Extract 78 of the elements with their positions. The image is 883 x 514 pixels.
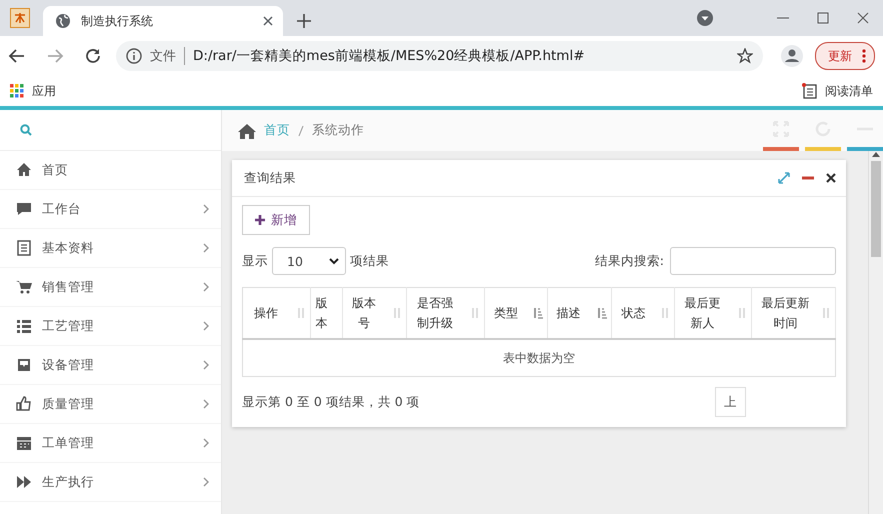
column-header[interactable]: 是否强制升级	[406, 288, 485, 339]
sort-icon	[821, 307, 831, 319]
home-icon	[238, 122, 256, 138]
breadcrumb-current: 系统动作	[312, 122, 364, 139]
search-label: 结果内搜索:	[594, 252, 664, 270]
profile-icon[interactable]	[781, 45, 803, 67]
reading-list-link[interactable]: 阅读清单	[825, 82, 873, 100]
calendar-icon	[16, 435, 32, 451]
accent-bar	[763, 147, 799, 151]
thumbs-up-icon	[16, 396, 32, 412]
sort-descending-icon	[597, 307, 608, 319]
document-icon	[16, 240, 32, 256]
reload-icon[interactable]	[84, 47, 102, 65]
add-button[interactable]: 新增	[242, 205, 310, 235]
sort-icon	[296, 307, 306, 319]
sort-icon	[470, 307, 480, 319]
reading-list-icon[interactable]	[801, 83, 817, 99]
column-header[interactable]: 版本	[310, 288, 342, 339]
sidebar-item[interactable]: 质量管理	[0, 385, 221, 424]
sidebar-item[interactable]: 工作台	[0, 190, 221, 229]
sort-icon	[392, 307, 402, 319]
column-header[interactable]: 描述	[547, 288, 612, 339]
maximize-icon[interactable]	[817, 12, 829, 24]
sidebar-item[interactable]: 首页	[0, 151, 221, 190]
sidebar-item[interactable]: 基本资料	[0, 229, 221, 268]
plus-icon	[255, 215, 265, 225]
sidebar-item[interactable]: 设备管理	[0, 346, 221, 385]
panel-title: 查询结果	[244, 170, 297, 186]
column-header[interactable]: 操作	[242, 288, 311, 339]
scrollbar[interactable]	[868, 151, 883, 514]
back-icon[interactable]	[8, 47, 26, 65]
sidebar-item[interactable]: 工艺管理	[0, 307, 221, 346]
sort-icon	[660, 307, 670, 319]
new-tab-icon[interactable]	[297, 14, 311, 28]
slash-icon	[298, 124, 304, 136]
sidebar-item[interactable]: 销售管理	[0, 268, 221, 307]
comment-icon	[16, 201, 32, 217]
column-header[interactable]: 最后更新人	[674, 288, 752, 339]
sort-icon	[736, 307, 747, 319]
search-field[interactable]	[670, 247, 836, 275]
bookmark-link[interactable]: 应用	[32, 82, 56, 100]
previous-page-button[interactable]: 上	[715, 387, 746, 417]
length-label: 显示	[242, 252, 268, 270]
column-header[interactable]: 状态	[612, 288, 675, 339]
inbox-icon	[16, 357, 32, 373]
address-bar[interactable]: 文件 D:/rar/一套精美的mes前端模板/MES%20经典模板/APP.html#	[116, 41, 763, 71]
expand-icon[interactable]	[778, 172, 790, 184]
home-icon	[16, 162, 32, 178]
tab-search-icon[interactable]	[697, 10, 713, 26]
update-button[interactable]: 更新	[815, 42, 875, 70]
browser-tab[interactable]: 制造执行系统	[43, 6, 283, 36]
table-info: 显示第 0 至 0 项结果，共 0 项	[242, 394, 420, 410]
accent-bar	[847, 147, 883, 151]
chevron-down-icon	[329, 258, 339, 264]
sidebar-item[interactable]: 工单管理	[0, 424, 221, 463]
close-icon[interactable]	[263, 16, 273, 26]
length-label: 项结果	[350, 252, 389, 270]
close-icon[interactable]	[826, 173, 836, 183]
column-header[interactable]: 最后更新时间	[751, 288, 836, 339]
close-icon[interactable]	[857, 12, 869, 24]
accent-bar	[805, 147, 841, 151]
scrollbar-thumb[interactable]	[871, 161, 881, 257]
info-icon	[126, 48, 142, 64]
column-header[interactable]: 类型	[484, 288, 548, 339]
globe-icon	[55, 13, 71, 29]
search-icon	[20, 124, 32, 136]
list-icon	[16, 318, 32, 334]
sidebar-item[interactable]: 生产执行	[0, 463, 221, 502]
fast-forward-icon	[16, 474, 32, 490]
page-size-select[interactable]: 10	[272, 247, 346, 275]
app-favicon-icon[interactable]	[10, 8, 30, 28]
apps-grid-icon	[10, 84, 24, 98]
star-icon[interactable]	[737, 48, 753, 64]
sort-descending-icon	[532, 307, 543, 319]
more-icon	[862, 49, 866, 63]
cart-icon	[16, 279, 32, 295]
empty-table-message: 表中数据为空	[242, 339, 836, 376]
column-header[interactable]: 版本号	[342, 288, 407, 339]
